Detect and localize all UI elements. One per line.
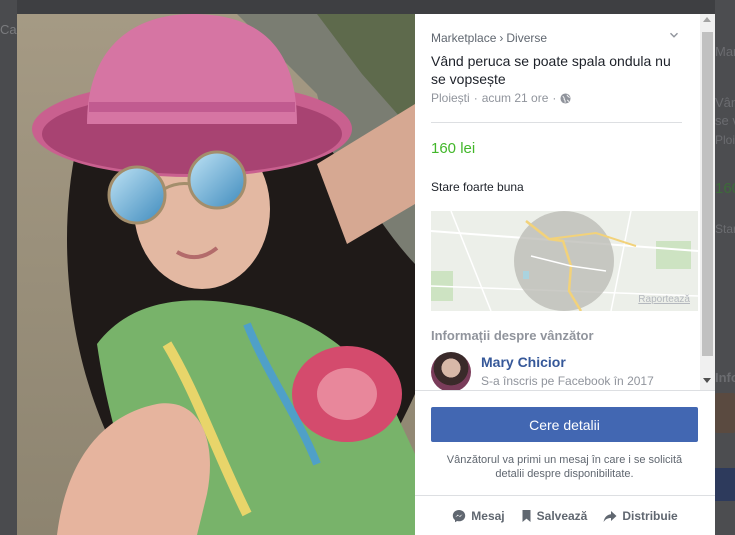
listing-condition: Stare foarte buna xyxy=(431,180,524,194)
listing-title: Vând peruca se poate spala ondula nu se … xyxy=(431,53,671,87)
background-page-left: Ca xyxy=(0,0,17,535)
breadcrumb: Marketplace › Diverse xyxy=(431,31,547,45)
listing-meta: Ploiești · acum 21 ore · xyxy=(431,91,571,105)
action-bar: Mesaj Salvează Distribuie xyxy=(415,509,715,523)
request-details-note: Vânzătorul va primi un mesaj în care i s… xyxy=(446,454,683,480)
background-text: Vân xyxy=(715,95,735,110)
message-label: Mesaj xyxy=(471,509,505,523)
share-button[interactable]: Distribuie xyxy=(603,509,678,523)
map-report-link[interactable]: Raportează xyxy=(638,294,690,305)
save-label: Salvează xyxy=(536,509,588,523)
breadcrumb-item-category[interactable]: Diverse xyxy=(506,31,547,45)
breadcrumb-item-marketplace[interactable]: Marketplace xyxy=(431,31,496,45)
seller-avatar[interactable] xyxy=(431,352,471,390)
scroll-up-arrow-icon[interactable] xyxy=(703,17,711,22)
listing-time[interactable]: acum 21 ore xyxy=(482,91,549,105)
meta-separator: · xyxy=(473,91,478,105)
background-text: se v xyxy=(715,113,735,128)
background-button xyxy=(715,468,735,501)
share-icon xyxy=(603,510,617,522)
breadcrumb-separator: › xyxy=(499,31,504,45)
background-thumbnail xyxy=(715,393,735,433)
seller-section-heading: Informații despre vânzător xyxy=(431,328,594,343)
background-text: Star xyxy=(715,222,735,236)
section-divider xyxy=(431,122,682,123)
listing-photo[interactable] xyxy=(17,14,415,535)
section-divider xyxy=(415,390,715,391)
meta-separator: · xyxy=(552,91,557,105)
globe-icon xyxy=(560,92,571,104)
listing-modal: Marketplace › Diverse Vând peruca se poate… xyxy=(17,14,715,535)
background-text: Ploi xyxy=(715,133,735,147)
scroll-down-arrow-icon[interactable] xyxy=(703,378,711,383)
listing-location[interactable]: Ploiești xyxy=(431,91,470,105)
bookmark-icon xyxy=(522,510,531,522)
save-button[interactable]: Salvează xyxy=(521,509,588,523)
share-label: Distribuie xyxy=(622,509,678,523)
scrollbar-thumb[interactable] xyxy=(702,32,713,356)
location-map[interactable]: Raportează xyxy=(431,211,698,311)
seller-join-info: S-a înscris pe Facebook în 2017 xyxy=(481,374,654,388)
details-scroll-area[interactable]: Marketplace › Diverse Vând peruca se poate… xyxy=(415,14,715,390)
request-details-button[interactable]: Cere detalii xyxy=(431,407,698,442)
chevron-down-icon[interactable] xyxy=(669,30,679,40)
background-text: Info xyxy=(715,370,735,385)
listing-details-panel: Marketplace › Diverse Vând peruca se poate… xyxy=(415,14,715,535)
section-divider xyxy=(415,495,715,496)
message-button[interactable]: Mesaj xyxy=(452,509,505,523)
seller-name-link[interactable]: Mary Chicior xyxy=(481,354,566,370)
background-page-right: Mar Vân se v Ploi 160 Star Info xyxy=(715,0,735,535)
background-text: Ca xyxy=(0,22,17,37)
listing-price: 160 lei xyxy=(431,140,476,157)
background-text: 160 xyxy=(715,180,735,197)
details-scrollbar[interactable] xyxy=(700,14,715,390)
listing-photo-image xyxy=(17,14,415,535)
background-text: Mar xyxy=(715,44,735,59)
messenger-icon xyxy=(453,510,466,523)
